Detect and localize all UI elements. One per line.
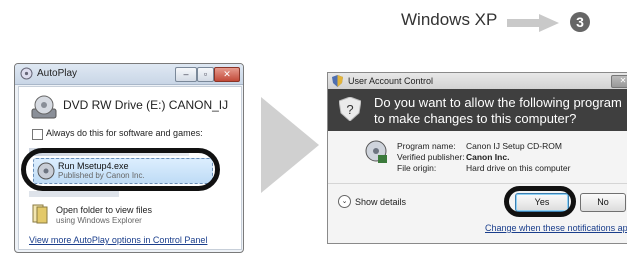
file-origin-value: Hard drive on this computer — [466, 163, 571, 173]
autoplay-icon — [20, 67, 33, 80]
divider — [328, 183, 627, 184]
run-option-highlight — [21, 148, 220, 191]
autoplay-title: AutoPlay — [37, 68, 78, 79]
change-notifications-link[interactable]: Change when these notifications appear — [485, 223, 627, 233]
uac-title: User Account Control — [348, 76, 434, 86]
close-button[interactable]: ✕ — [214, 67, 240, 82]
setup-program-icon — [365, 140, 387, 163]
dvd-drive-icon — [31, 95, 57, 119]
arrow-right-icon — [507, 14, 559, 32]
minimize-button[interactable]: – — [175, 67, 197, 82]
open-folder-subtitle: using Windows Explorer — [56, 216, 142, 225]
always-do-this-checkbox[interactable] — [32, 129, 43, 140]
autoplay-titlebar[interactable]: AutoPlay – ▫ ✕ — [15, 64, 243, 85]
general-options-header — [29, 191, 119, 197]
chevron-down-icon[interactable]: ⌄ — [338, 195, 351, 208]
svg-text:?: ? — [346, 102, 353, 117]
drive-title: DVD RW Drive (E:) CANON_IJ — [63, 98, 229, 112]
shield-icon — [332, 75, 343, 87]
shield-icon: ? — [339, 97, 361, 121]
uac-header: ? Do you want to allow the following pro… — [328, 89, 627, 131]
maximize-button[interactable]: ▫ — [197, 67, 214, 82]
uac-titlebar[interactable]: User Account Control ✕ — [328, 73, 627, 89]
publisher-key: Verified publisher: — [397, 152, 465, 162]
file-origin-key: File origin: — [397, 163, 437, 173]
show-details-label[interactable]: Show details — [355, 197, 406, 207]
uac-window: User Account Control ✕ ? Do you want to … — [327, 72, 627, 244]
folder-icon — [32, 204, 48, 224]
more-autoplay-options-link[interactable]: View more AutoPlay options in Control Pa… — [29, 235, 207, 245]
program-name-key: Program name: — [397, 141, 456, 151]
arrow-right-icon — [261, 97, 319, 193]
program-name-value: Canon IJ Setup CD-ROM — [466, 141, 562, 151]
open-folder-option[interactable]: Open folder to view files — [56, 205, 152, 215]
windows-xp-label: Windows XP — [401, 10, 498, 29]
close-button[interactable]: ✕ — [611, 75, 627, 88]
no-button[interactable]: No — [580, 193, 626, 212]
publisher-value: Canon Inc. — [466, 152, 510, 162]
uac-question: Do you want to allow the following progr… — [374, 95, 622, 126]
step-number-icon: 3 — [570, 12, 590, 32]
always-do-this-label: Always do this for software and games: — [46, 128, 203, 138]
yes-button-highlight — [504, 186, 576, 217]
uac-body: Program name: Canon IJ Setup CD-ROM Veri… — [328, 131, 627, 243]
